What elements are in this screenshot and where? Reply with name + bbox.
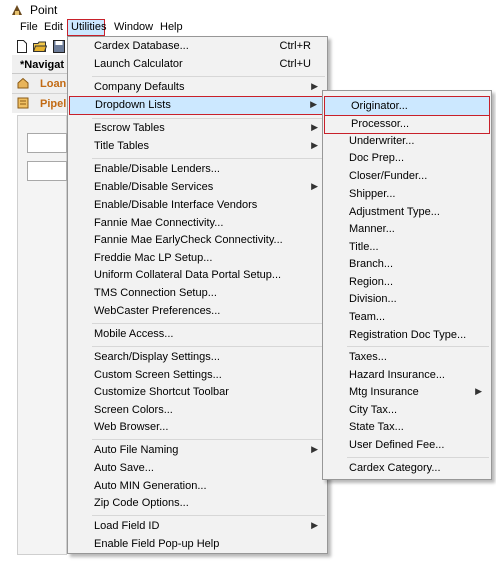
menu-item-cardex-database[interactable]: Cardex Database... Ctrl+R [68, 38, 327, 56]
submenu-item-mtg-insurance[interactable]: Mtg Insurance ▶ [323, 384, 491, 402]
menu-utilities[interactable]: Utilities [67, 19, 107, 36]
menu-item-custom-screen[interactable]: Custom Screen Settings... [68, 367, 327, 385]
submenu-arrow-icon: ▶ [311, 81, 318, 91]
menu-item-freddie-mac[interactable]: Freddie Mac LP Setup... [68, 250, 327, 268]
submenu-item-region[interactable]: Region... [323, 274, 491, 292]
submenu-item-city-tax[interactable]: City Tax... [323, 402, 491, 420]
submenu-arrow-icon: ▶ [310, 99, 317, 109]
open-folder-icon[interactable] [33, 40, 47, 53]
window-title: Point [30, 3, 58, 17]
submenu-arrow-icon: ▶ [311, 122, 318, 132]
menu-separator [92, 118, 325, 119]
menu-item-enable-services[interactable]: Enable/Disable Services ▶ [68, 179, 327, 197]
submenu-item-registration-doc-type[interactable]: Registration Doc Type... [323, 327, 491, 345]
submenu-item-hazard-insurance[interactable]: Hazard Insurance... [323, 367, 491, 385]
menu-separator [92, 323, 325, 324]
shortcut-label: Ctrl+U [279, 58, 311, 70]
menu-item-title-tables[interactable]: Title Tables ▶ [68, 138, 327, 156]
submenu-item-title[interactable]: Title... [323, 239, 491, 257]
menu-item-web-browser[interactable]: Web Browser... [68, 419, 327, 437]
menu-item-webcaster[interactable]: WebCaster Preferences... [68, 303, 327, 321]
menu-separator [92, 346, 325, 347]
navigator-label: *Navigat [20, 59, 65, 71]
submenu-item-user-defined-fee[interactable]: User Defined Fee... [323, 437, 491, 455]
menu-window[interactable]: Window [112, 21, 155, 33]
menu-item-company-defaults[interactable]: Company Defaults ▶ [68, 79, 327, 97]
submenu-item-taxes[interactable]: Taxes... [323, 349, 491, 367]
menu-item-escrow-tables[interactable]: Escrow Tables ▶ [68, 120, 327, 138]
menu-file[interactable]: File [18, 21, 40, 33]
menu-separator [92, 515, 325, 516]
menu-item-enable-lenders[interactable]: Enable/Disable Lenders... [68, 161, 327, 179]
submenu-item-state-tax[interactable]: State Tax... [323, 419, 491, 437]
menu-separator [92, 76, 325, 77]
menu-item-enable-vendors[interactable]: Enable/Disable Interface Vendors [68, 197, 327, 215]
submenu-item-team[interactable]: Team... [323, 309, 491, 327]
menu-item-ucdp[interactable]: Uniform Collateral Data Portal Setup... [68, 267, 327, 285]
app-logo-icon [12, 5, 22, 15]
menu-item-tms[interactable]: TMS Connection Setup... [68, 285, 327, 303]
app-window: Point File Edit Utilities Window Help *N… [0, 0, 496, 572]
submenu-item-branch[interactable]: Branch... [323, 256, 491, 274]
content-field[interactable] [27, 161, 67, 181]
submenu-item-cardex-category[interactable]: Cardex Category... [323, 460, 491, 478]
save-disk-icon[interactable] [53, 40, 65, 53]
shortcut-label: Ctrl+R [279, 40, 311, 52]
submenu-arrow-icon: ▶ [311, 181, 318, 191]
menu-item-customize-toolbar[interactable]: Customize Shortcut Toolbar [68, 384, 327, 402]
menu-item-dropdown-lists[interactable]: Dropdown Lists ▶ [69, 96, 326, 115]
menu-item-launch-calculator[interactable]: Launch Calculator Ctrl+U [68, 56, 327, 74]
submenu-item-adjustment-type[interactable]: Adjustment Type... [323, 204, 491, 222]
submenu-item-processor[interactable]: Processor... [324, 115, 490, 134]
submenu-item-closer-funder[interactable]: Closer/Funder... [323, 168, 491, 186]
menu-item-fannie-earlycheck[interactable]: Fannie Mae EarlyCheck Connectivity... [68, 232, 327, 250]
submenu-item-underwriter[interactable]: Underwriter... [323, 133, 491, 151]
nav-row-pipeline-label: Pipel [40, 98, 67, 110]
submenu-item-originator[interactable]: Originator... [324, 96, 490, 116]
house-icon [17, 77, 29, 89]
menu-item-field-popup-help[interactable]: Enable Field Pop-up Help [68, 536, 327, 554]
menu-item-load-field-id[interactable]: Load Field ID ▶ [68, 518, 327, 536]
menu-separator [347, 346, 489, 347]
menu-utilities-label: Utilities [71, 21, 107, 33]
menu-item-auto-save[interactable]: Auto Save... [68, 460, 327, 478]
menu-item-auto-file-naming[interactable]: Auto File Naming ▶ [68, 442, 327, 460]
utilities-menu: Cardex Database... Ctrl+R Launch Calcula… [67, 36, 328, 554]
submenu-arrow-icon: ▶ [311, 444, 318, 454]
content-field[interactable] [27, 133, 67, 153]
menu-help[interactable]: Help [158, 21, 185, 33]
menu-item-auto-min[interactable]: Auto MIN Generation... [68, 478, 327, 496]
menu-item-search-display[interactable]: Search/Display Settings... [68, 349, 327, 367]
submenu-arrow-icon: ▶ [475, 386, 482, 396]
menu-separator [92, 158, 325, 159]
menu-separator [92, 439, 325, 440]
menu-edit[interactable]: Edit [42, 21, 65, 33]
menu-separator [347, 457, 489, 458]
menu-item-screen-colors[interactable]: Screen Colors... [68, 402, 327, 420]
pipeline-icon [17, 97, 29, 109]
submenu-item-division[interactable]: Division... [323, 291, 491, 309]
dropdown-lists-submenu: Originator... Processor... Underwriter..… [322, 90, 492, 480]
submenu-item-doc-prep[interactable]: Doc Prep... [323, 150, 491, 168]
submenu-item-shipper[interactable]: Shipper... [323, 186, 491, 204]
new-file-icon[interactable] [16, 40, 28, 53]
submenu-arrow-icon: ▶ [311, 520, 318, 530]
nav-row-loan-label: Loan [40, 78, 67, 90]
menu-item-zip-code[interactable]: Zip Code Options... [68, 495, 327, 513]
menu-item-mobile-access[interactable]: Mobile Access... [68, 326, 327, 344]
submenu-item-manner[interactable]: Manner... [323, 221, 491, 239]
menu-item-fannie-mae[interactable]: Fannie Mae Connectivity... [68, 215, 327, 233]
submenu-arrow-icon: ▶ [311, 140, 318, 150]
content-panel [17, 115, 67, 555]
